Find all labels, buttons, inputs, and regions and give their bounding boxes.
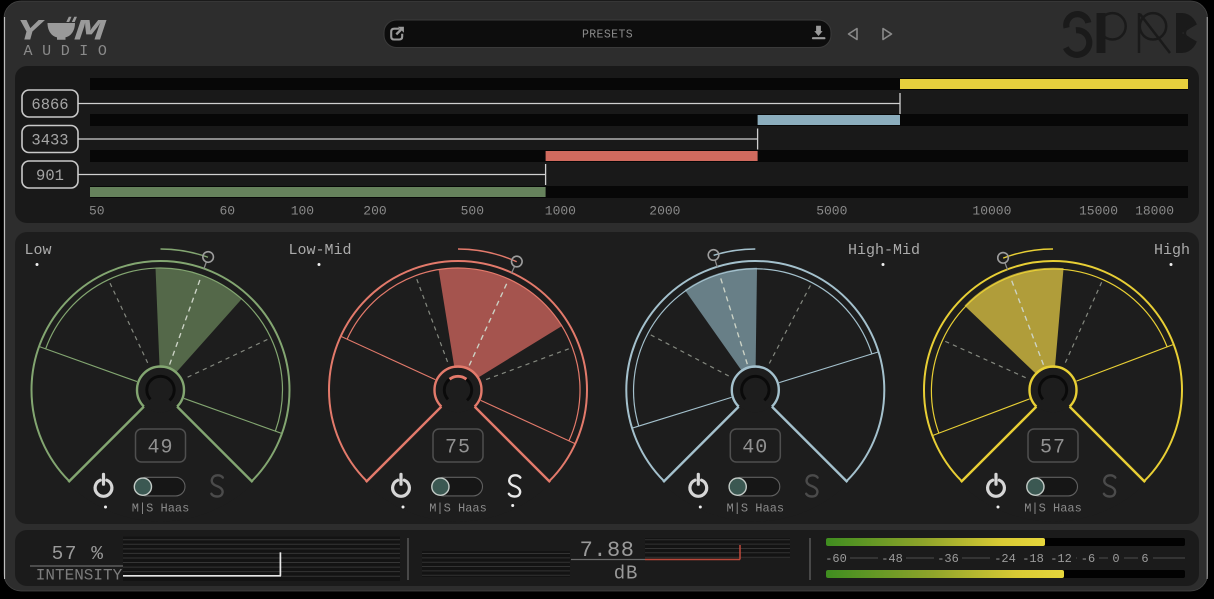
svg-text:-6: -6: [1081, 552, 1095, 566]
svg-text:High: High: [1154, 242, 1190, 259]
svg-text:-18: -18: [1022, 552, 1044, 566]
svg-text:PRESETS: PRESETS: [582, 29, 633, 42]
svg-text:Low: Low: [24, 242, 51, 259]
svg-text:57: 57: [1040, 437, 1066, 460]
svg-text:INTENSITY: INTENSITY: [36, 567, 123, 585]
svg-text:M|S Haas: M|S Haas: [1024, 502, 1082, 516]
svg-text:M|S Haas: M|S Haas: [132, 502, 190, 516]
svg-text:60: 60: [219, 204, 235, 219]
svg-text:AUDIO: AUDIO: [24, 43, 117, 60]
svg-text:1000: 1000: [545, 204, 576, 219]
svg-text:100: 100: [291, 204, 314, 219]
svg-text:-12: -12: [1050, 552, 1072, 566]
svg-text:High-Mid: High-Mid: [848, 242, 920, 259]
svg-text:10000: 10000: [972, 204, 1011, 219]
svg-text:-60: -60: [825, 552, 847, 566]
svg-text:0: 0: [1112, 552, 1119, 566]
svg-text:5000: 5000: [816, 204, 847, 219]
svg-text:75: 75: [445, 437, 471, 460]
svg-text:M|S Haas: M|S Haas: [726, 502, 784, 516]
svg-text:500: 500: [461, 204, 484, 219]
svg-text:3433: 3433: [31, 132, 68, 150]
svg-text:6: 6: [1141, 552, 1148, 566]
svg-text:-24: -24: [994, 552, 1016, 566]
svg-text:49: 49: [147, 437, 173, 460]
svg-text:dB: dB: [614, 563, 638, 585]
svg-text:M|S Haas: M|S Haas: [429, 502, 487, 516]
svg-text:15000: 15000: [1079, 204, 1118, 219]
svg-text:901: 901: [36, 167, 64, 185]
svg-text:57 %: 57 %: [52, 543, 105, 565]
svg-text:Low-Mid: Low-Mid: [288, 242, 351, 259]
svg-text:-48: -48: [881, 552, 903, 566]
svg-text:-36: -36: [937, 552, 959, 566]
svg-text:40: 40: [742, 437, 768, 460]
svg-text:18000: 18000: [1135, 204, 1174, 219]
svg-text:200: 200: [363, 204, 386, 219]
svg-text:2000: 2000: [649, 204, 680, 219]
svg-text:6866: 6866: [31, 96, 68, 114]
svg-text:50: 50: [89, 204, 105, 219]
